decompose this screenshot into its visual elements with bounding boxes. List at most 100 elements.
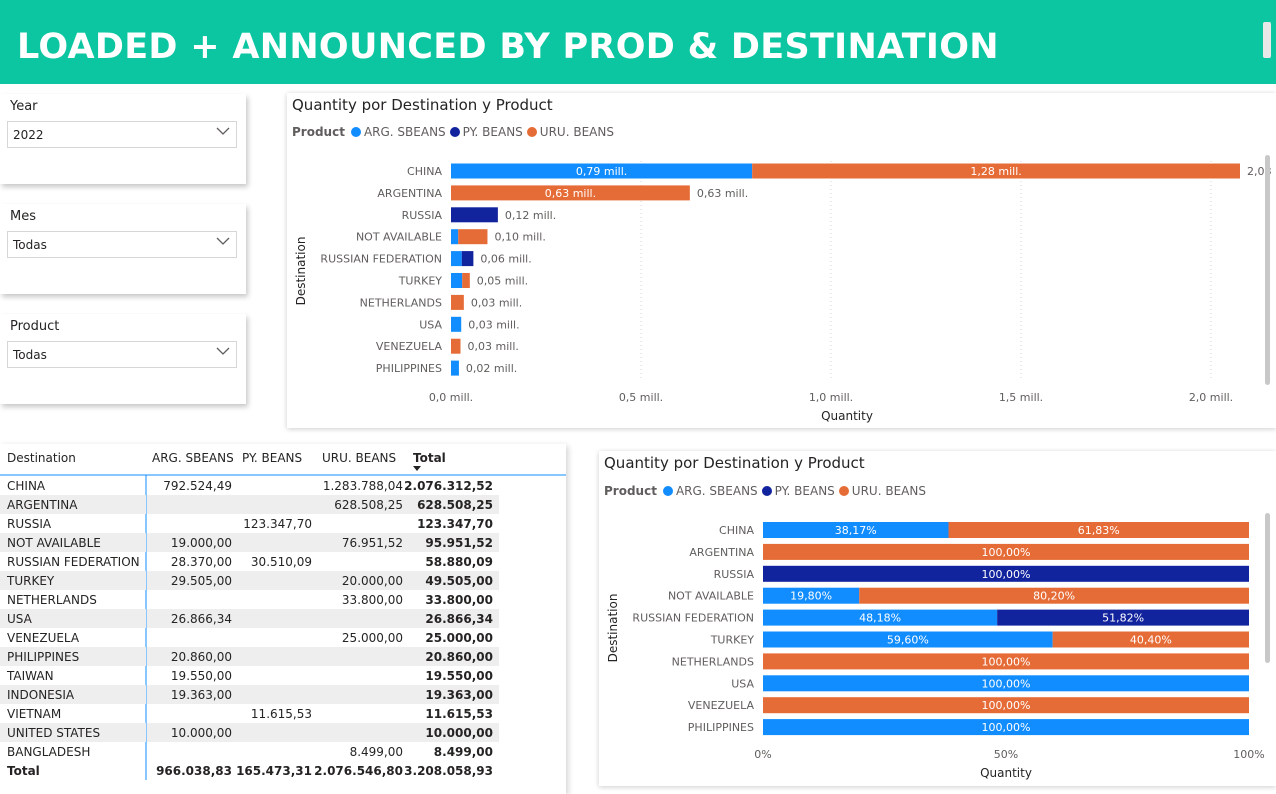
header-banner: LOADED + ANNOUNCED BY PROD & DESTINATION [0,0,1276,84]
bar-segment[interactable] [458,229,488,245]
table-cell: 123.347,70 [417,517,493,531]
data-label: 80,20% [1033,590,1075,603]
banner-scrollbar[interactable] [1263,22,1271,58]
table-cell: RUSSIA [7,517,52,531]
chart-quantity-stacked: Quantity por Destination y Product Produ… [287,93,1276,428]
total-label: 0,02 mill. [466,362,517,375]
table-cell: 30.510,09 [251,555,312,569]
table-cell: 19.363,00 [425,688,493,702]
x-tick-label: 0,0 mill. [429,391,473,404]
column-header[interactable]: ARG. SBEANS [152,451,234,465]
y-tick-label: RUSSIAN FEDERATION [320,253,442,266]
table-cell: 58.880,09 [425,555,493,569]
bar-segment[interactable] [451,360,459,376]
table-cell: CHINA [7,479,46,493]
bar-segment[interactable] [451,273,463,288]
bar-segment[interactable] [451,316,462,332]
product-dropdown-value: Todas [13,348,47,362]
column-header[interactable]: Destination [7,451,76,465]
table-cell: 20.860,00 [425,650,493,664]
x-tick-label: 1,0 mill. [809,391,853,404]
year-dropdown[interactable]: 2022 [7,121,237,148]
y-tick-label: VENEZUELA [376,340,443,353]
table-cell: 628.508,25 [417,498,493,512]
table-cell: 10.000,00 [425,726,493,740]
chevron-down-icon [216,127,230,135]
data-label: 59,60% [887,634,929,647]
total-label: 0,06 mill. [480,253,531,266]
column-header[interactable]: PY. BEANS [242,451,302,465]
table-cell: NOT AVAILABLE [7,536,101,550]
bar-segment[interactable] [462,273,470,288]
table-cell: 26.866,34 [425,612,493,626]
column-header[interactable]: URU. BEANS [322,451,396,465]
data-label: 100,00% [982,655,1031,668]
table-cell: UNITED STATES [7,726,100,740]
chart1-scrollbar[interactable] [1265,155,1270,385]
total-cell: 3.208.058,93 [404,764,493,778]
x-tick-label: 50% [994,748,1018,761]
table-cell: 28.370,00 [171,555,232,569]
bar-segment[interactable] [461,251,474,267]
data-label: 19,80% [790,590,832,603]
bar-segment[interactable] [451,338,461,354]
chart2-plot: 0% 50% 100% Quantity Destination CHINA 38,17% 6… [606,522,1265,780]
y-tick-label: ARGENTINA [377,187,442,200]
table-cell: 10.000,00 [171,726,232,740]
table-cell: RUSSIAN FEDERATION [7,555,140,569]
total-cell: 966.038,83 [156,764,232,778]
y-tick-label: NOT AVAILABLE [356,231,442,244]
data-label: 40,40% [1130,634,1172,647]
table-cell: TURKEY [6,574,55,588]
y-tick-label: USA [419,318,442,331]
table-cell: 33.800,00 [425,593,493,607]
y-tick-label: USA [731,677,754,690]
column-header[interactable]: Total [413,451,446,465]
table-cell: 11.615,53 [425,707,493,721]
x-axis-title: Quantity [821,409,873,423]
chevron-down-icon [216,237,230,245]
table-cell: 792.524,49 [163,479,232,493]
y-tick-label: RUSSIAN FEDERATION [632,612,754,625]
table-cell: 123.347,70 [243,517,312,531]
table-cell: 95.951,52 [425,536,493,550]
x-axis-title: Quantity [980,766,1032,780]
bar-segment[interactable] [451,294,464,310]
total-label: 0,10 mill. [494,231,545,244]
x-tick-label: 100% [1233,748,1264,761]
y-tick-label: TURKEY [710,634,755,647]
product-dropdown[interactable]: Todas [7,341,237,368]
chevron-down-icon [216,347,230,355]
x-tick-label: 1,5 mill. [999,391,1043,404]
y-tick-label: CHINA [407,165,442,178]
table-cell: 8.499,00 [350,745,403,759]
table-cell: 33.800,00 [342,593,403,607]
table-cell: BANGLADESH [7,745,90,759]
table-cell: 76.951,52 [342,536,403,550]
y-tick-label: NETHERLANDS [360,296,442,309]
page-title: LOADED + ANNOUNCED BY PROD & DESTINATION [17,27,999,67]
bar-segment[interactable] [451,207,498,223]
y-tick-label: PHILIPPINES [688,721,754,734]
data-label: 100,00% [982,699,1031,712]
chart-quantity-100pct: Quantity por Destination y Product Produ… [599,451,1276,786]
total-label: 0,12 mill. [505,209,556,222]
table-cell: TAIWAN [6,669,54,683]
table-cell: NETHERLANDS [7,593,97,607]
mes-dropdown-value: Todas [13,238,47,252]
table-cell: 1.283.788,04 [323,479,403,493]
slicer-year-title: Year [10,99,38,114]
total-cell: Total [7,764,40,778]
y-axis-title: Destination [606,594,620,663]
bar-segment[interactable] [451,251,462,267]
bar-segment[interactable] [451,229,459,245]
data-label: 0,63 mill. [545,187,596,200]
table-cell: 20.000,00 [342,574,403,588]
data-label: 100,00% [982,568,1031,581]
table-cell: 19.550,00 [171,669,232,683]
total-label: 0,05 mill. [477,275,528,288]
table-cell: INDONESIA [7,688,75,702]
table-cell: 2.076.312,52 [404,479,493,493]
mes-dropdown[interactable]: Todas [7,231,237,258]
chart2-scrollbar[interactable] [1265,513,1270,663]
